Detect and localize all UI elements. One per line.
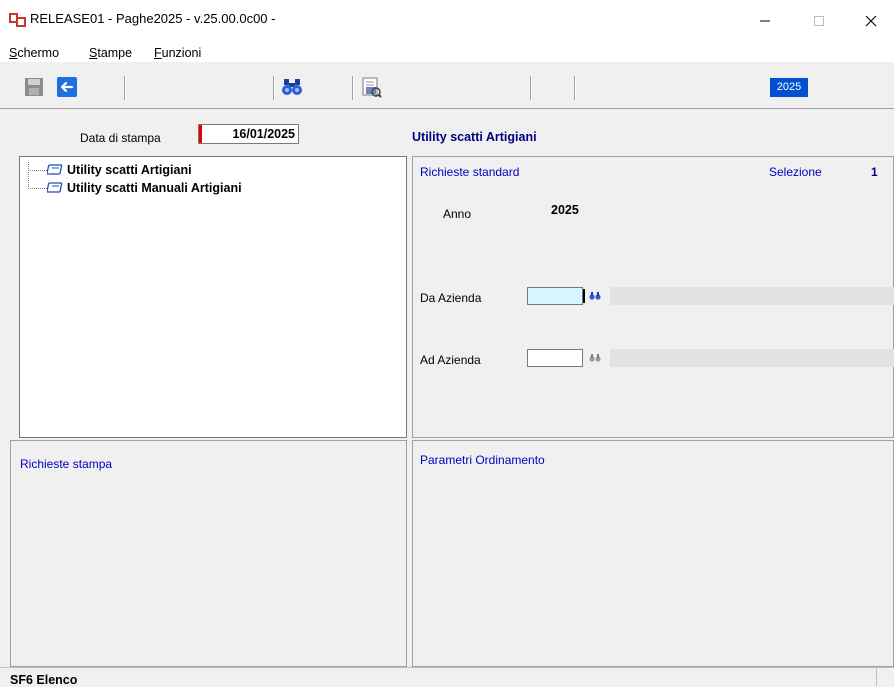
print-preview-button[interactable] xyxy=(360,76,382,98)
menu-schermo-label: chermo xyxy=(17,46,60,60)
save-button[interactable] xyxy=(24,77,44,97)
section-title: Utility scatti Artigiani xyxy=(412,130,537,144)
menu-schermo[interactable]: Schermo xyxy=(9,46,59,60)
print-date-field[interactable]: 16/01/2025 xyxy=(198,124,299,144)
utility-tree: Utility scatti Artigiani Utility scatti … xyxy=(19,156,407,438)
year-label: Anno xyxy=(443,207,472,221)
selection-value: 1 xyxy=(871,165,878,179)
maximize-icon xyxy=(814,16,824,26)
tree-connector xyxy=(28,169,47,189)
from-company-description xyxy=(610,287,894,305)
text-cursor xyxy=(583,289,585,303)
menu-stampe-label: tampe xyxy=(97,46,133,60)
back-arrow-icon xyxy=(57,77,77,97)
menu-funzioni[interactable]: Funzioni xyxy=(154,46,201,60)
toolbar-separator xyxy=(574,76,576,100)
title-bar: RELEASE01 - Paghe2025 - v.25.00.0c00 - xyxy=(0,0,894,40)
menu-funzioni-label: unzioni xyxy=(161,46,202,60)
standard-requests-caption: Richieste standard xyxy=(420,165,520,179)
print-date-label: Data di stampa xyxy=(80,131,161,145)
standard-requests-panel: Richieste standard Selezione 1 Anno 2025… xyxy=(412,156,894,438)
menu-stampe[interactable]: Stampe xyxy=(89,46,132,60)
menu-bar: Schermo Stampe Funzioni xyxy=(0,40,894,62)
form-icon xyxy=(47,182,63,193)
print-requests-panel: Richieste stampa xyxy=(10,440,407,667)
from-company-input[interactable] xyxy=(527,287,583,305)
minimize-icon xyxy=(760,20,770,22)
save-icon xyxy=(25,78,43,96)
menu-funzioni-mnemonic: F xyxy=(154,46,162,60)
order-params-panel: Parametri Ordinamento xyxy=(412,440,894,667)
binoculars-icon xyxy=(589,292,601,300)
status-bar: SF6 Elenco xyxy=(0,667,894,687)
binoculars-icon xyxy=(282,79,302,95)
close-button[interactable] xyxy=(848,6,894,36)
print-date-value: 16/01/2025 xyxy=(232,127,295,141)
toolbar-separator xyxy=(352,76,354,100)
tree-item-label: Utility scatti Artigiani xyxy=(67,163,192,177)
toolbar-separator xyxy=(273,76,275,100)
tree-item-label: Utility scatti Manuali Artigiani xyxy=(67,181,242,195)
to-company-search-button[interactable] xyxy=(589,350,601,366)
toolbar: 2025 xyxy=(0,64,894,109)
back-button[interactable] xyxy=(57,77,77,97)
year-value: 2025 xyxy=(551,203,579,217)
status-divider xyxy=(876,668,877,686)
print-requests-caption: Richieste stampa xyxy=(20,457,113,471)
binoculars-icon xyxy=(589,354,601,362)
to-company-label: Ad Azienda xyxy=(420,353,481,367)
selection-label: Selezione xyxy=(769,165,822,179)
search-button[interactable] xyxy=(281,77,303,97)
year-badge: 2025 xyxy=(770,78,808,97)
to-company-description xyxy=(610,349,894,367)
order-params-caption: Parametri Ordinamento xyxy=(420,453,545,467)
window-title: RELEASE01 - Paghe2025 - v.25.00.0c00 - xyxy=(30,11,276,26)
close-icon xyxy=(865,15,877,27)
toolbar-separator xyxy=(124,76,126,100)
from-company-label: Da Azienda xyxy=(420,291,482,305)
form-icon xyxy=(47,164,63,175)
app-icon xyxy=(9,13,26,27)
to-company-input[interactable] xyxy=(527,349,583,367)
tree-item[interactable]: Utility scatti Artigiani xyxy=(28,161,192,178)
maximize-button[interactable] xyxy=(796,6,842,36)
tree-item[interactable]: Utility scatti Manuali Artigiani xyxy=(28,169,242,196)
minimize-button[interactable] xyxy=(742,6,788,36)
toolbar-separator xyxy=(530,76,532,100)
print-preview-icon xyxy=(362,77,382,98)
from-company-search-button[interactable] xyxy=(589,288,601,304)
